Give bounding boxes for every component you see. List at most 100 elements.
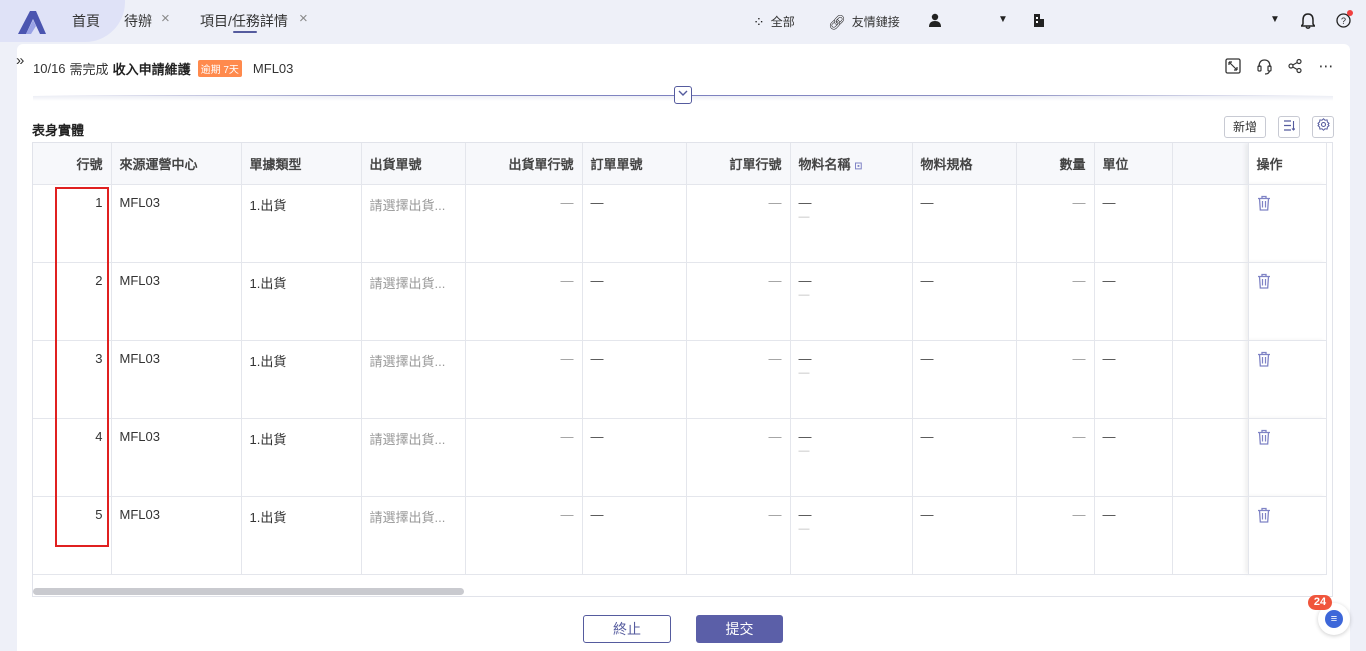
cell-material-spec: — <box>912 418 1017 497</box>
material-name-value: — <box>798 350 812 366</box>
tab-todo[interactable]: 待辦 <box>124 11 152 31</box>
cell-line-no: 1 <box>33 184 112 263</box>
submit-button[interactable]: 提交 <box>696 615 783 643</box>
cell-doc-type[interactable]: 1.出貨 <box>241 496 362 575</box>
table-row[interactable]: 4 MFL03 1.出貨 請選擇出貨... — — — — — — — — <box>33 418 1327 497</box>
table-row[interactable]: 3 MFL03 1.出貨 請選擇出貨... — — — — — — — — <box>33 340 1327 419</box>
share-icon[interactable] <box>1286 58 1304 76</box>
col-header-order-no[interactable]: 訂單單號 <box>582 143 687 185</box>
material-name-sub: — <box>798 288 810 301</box>
active-tab-indicator <box>233 31 257 33</box>
cell-line-no: 5 <box>33 496 112 575</box>
cell-quantity: — <box>1016 496 1095 575</box>
cell-source-center[interactable]: MFL03 <box>111 262 242 341</box>
cell-quantity: — <box>1016 184 1095 263</box>
task-header: 10/16 需完成 收入申請維護 逾期 7天 MFL03 <box>33 59 293 78</box>
all-apps-button[interactable]: ⁘ 全部 <box>753 13 795 30</box>
company-dropdown-icon[interactable]: ▼ <box>1270 14 1280 25</box>
cell-blank <box>1172 184 1249 263</box>
chat-unread-badge: 24 <box>1308 595 1332 610</box>
horizontal-scrollbar[interactable] <box>33 588 464 595</box>
col-header-shipment-no[interactable]: 出貨單號 <box>361 143 466 185</box>
image-icon[interactable]: ⊡ <box>854 161 862 172</box>
cell-order-line: — <box>686 184 791 263</box>
support-icon[interactable] <box>1255 58 1273 76</box>
material-name-label: 物料名稱 <box>798 156 851 172</box>
col-header-line-no[interactable]: 行號 <box>33 143 112 185</box>
cell-shipment-no[interactable]: 請選擇出貨... <box>361 418 466 497</box>
task-title: 收入申請維護 <box>112 62 191 77</box>
col-header-source-center[interactable]: 來源運營中心 <box>111 143 242 185</box>
cell-doc-type[interactable]: 1.出貨 <box>241 418 362 497</box>
col-header-blank <box>1172 143 1249 185</box>
close-icon[interactable]: × <box>299 10 308 27</box>
col-header-shipment-line[interactable]: 出貨單行號 <box>465 143 583 185</box>
col-header-doc-type[interactable]: 單據類型 <box>241 143 362 185</box>
delete-row-icon[interactable] <box>1257 351 1271 371</box>
task-code: MFL03 <box>252 61 294 76</box>
col-header-actions: 操作 <box>1248 143 1327 185</box>
col-header-material-spec[interactable]: 物料規格 <box>912 143 1017 185</box>
material-name-value: — <box>798 506 812 522</box>
table-row[interactable]: 5 MFL03 1.出貨 請選擇出貨... — — — — — — — — <box>33 496 1327 575</box>
cell-order-line: — <box>686 496 791 575</box>
cell-shipment-no[interactable]: 請選擇出貨... <box>361 262 466 341</box>
more-icon[interactable]: ⋯ <box>1317 58 1335 76</box>
tab-home[interactable]: 首頁 <box>72 11 100 31</box>
delete-row-icon[interactable] <box>1257 507 1271 527</box>
fullscreen-icon[interactable] <box>1224 58 1242 76</box>
all-apps-label: 全部 <box>770 15 795 29</box>
table-row[interactable]: 2 MFL03 1.出貨 請選擇出貨... — — — — — — — — <box>33 262 1327 341</box>
friend-links-label: 友情鏈接 <box>851 15 900 29</box>
bell-icon[interactable] <box>1300 13 1316 31</box>
close-icon[interactable]: × <box>161 10 170 27</box>
table-row[interactable]: 1 MFL03 1.出貨 請選擇出貨... — — — — — — — — <box>33 184 1327 263</box>
cell-source-center[interactable]: MFL03 <box>111 496 242 575</box>
cell-shipment-no[interactable]: 請選擇出貨... <box>361 340 466 419</box>
table-header-row: 行號 來源運營中心 單據類型 出貨單號 出貨單行號 訂單單號 訂單行號 物料名稱… <box>33 143 1327 185</box>
cell-shipment-line: — <box>465 184 583 263</box>
material-name-value: — <box>798 428 812 444</box>
cell-blank <box>1172 262 1249 341</box>
section-title: 表身實體 <box>32 123 85 138</box>
stop-button[interactable]: 終止 <box>583 615 671 643</box>
tab-task-detail[interactable]: 項目/任務詳情 <box>200 11 288 31</box>
cell-line-no: 3 <box>33 340 112 419</box>
material-name-value: — <box>798 194 812 210</box>
app-logo-icon[interactable] <box>14 8 50 36</box>
delete-row-icon[interactable] <box>1257 195 1271 215</box>
col-header-quantity[interactable]: 數量 <box>1016 143 1095 185</box>
user-dropdown-icon[interactable]: ▼ <box>998 14 1008 25</box>
col-header-order-line[interactable]: 訂單行號 <box>686 143 791 185</box>
user-icon[interactable] <box>929 13 941 29</box>
cell-unit: — <box>1094 262 1173 341</box>
collapse-header-icon[interactable] <box>674 86 692 104</box>
company-icon[interactable] <box>1033 14 1045 29</box>
cell-doc-type[interactable]: 1.出貨 <box>241 340 362 419</box>
cell-shipment-no[interactable]: 請選擇出貨... <box>361 496 466 575</box>
friend-links-button[interactable]: 🔗︎ 友情鏈接 <box>828 13 900 30</box>
col-header-unit[interactable]: 單位 <box>1094 143 1173 185</box>
cell-source-center[interactable]: MFL03 <box>111 340 242 419</box>
table-settings-icon[interactable] <box>1312 116 1334 138</box>
add-row-button[interactable]: 新增 <box>1224 116 1266 138</box>
material-name-sub: — <box>798 522 810 535</box>
cell-order-no: — <box>582 418 687 497</box>
delete-row-icon[interactable] <box>1257 429 1271 449</box>
cell-source-center[interactable]: MFL03 <box>111 418 242 497</box>
column-settings-icon[interactable] <box>1278 116 1300 138</box>
cell-actions <box>1248 496 1327 575</box>
help-notification-dot <box>1347 10 1353 16</box>
cell-material-name: — — <box>790 340 913 419</box>
cell-order-no: — <box>582 340 687 419</box>
task-prefix: 需完成 <box>69 62 109 77</box>
cell-shipment-no[interactable]: 請選擇出貨... <box>361 184 466 263</box>
cell-doc-type[interactable]: 1.出貨 <box>241 262 362 341</box>
col-header-material-name[interactable]: 物料名稱 ⊡ <box>790 143 913 185</box>
cell-doc-type[interactable]: 1.出貨 <box>241 184 362 263</box>
delete-row-icon[interactable] <box>1257 273 1271 293</box>
expand-sidebar-icon[interactable]: » <box>16 52 24 69</box>
cell-order-no: — <box>582 262 687 341</box>
cell-source-center[interactable]: MFL03 <box>111 184 242 263</box>
cell-order-line: — <box>686 418 791 497</box>
